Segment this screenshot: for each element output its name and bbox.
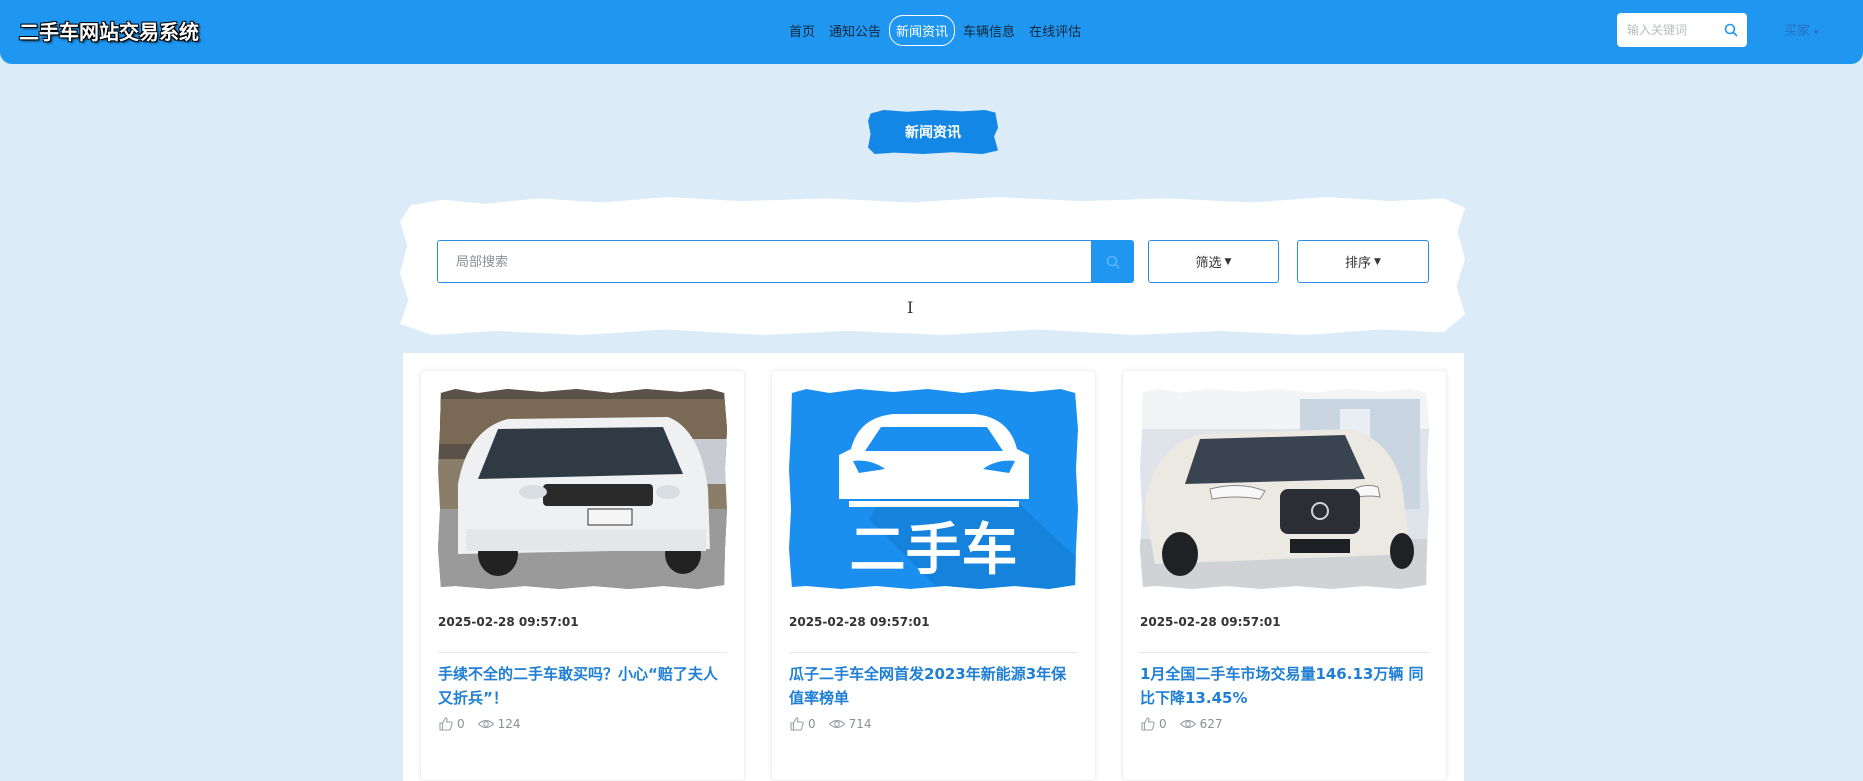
- news-stats: 0 627: [1140, 716, 1235, 732]
- local-search-input[interactable]: [454, 251, 1054, 273]
- like-stat[interactable]: 0: [1140, 716, 1167, 732]
- divider: [438, 652, 727, 653]
- news-card[interactable]: 二手车 2025-02-28 09:57:01 瓜子二手车全网首发2023年新能…: [771, 370, 1096, 781]
- news-title[interactable]: 手续不全的二手车敢买吗？小心“赔了夫人又折兵”！: [438, 662, 727, 710]
- eye-icon: [477, 719, 494, 729]
- view-count: 714: [848, 717, 872, 731]
- like-count: 0: [808, 717, 816, 731]
- nav-item-notices[interactable]: 通知公告: [822, 15, 888, 46]
- like-count: 0: [1159, 717, 1167, 731]
- nav-item-vehicles[interactable]: 车辆信息: [956, 15, 1022, 46]
- user-menu[interactable]: 买家 ▾: [1784, 20, 1819, 39]
- eye-icon: [828, 719, 845, 729]
- thumbs-up-icon: [439, 717, 453, 731]
- news-thumbnail-minivan[interactable]: [438, 389, 727, 589]
- sort-dropdown-button[interactable]: 排序 ▼: [1297, 240, 1429, 283]
- keyword-search-input[interactable]: [1625, 19, 1720, 41]
- section-title: 新闻资讯: [868, 110, 998, 154]
- thumbs-up-icon: [1141, 717, 1155, 731]
- local-search-box: [437, 240, 1092, 283]
- top-header: 二手车网站交易系统 首页 通知公告 新闻资讯 车辆信息 在线评估 买家▾: [0, 0, 1863, 64]
- view-stat: 124: [477, 716, 521, 732]
- user-menu-label: 买家: [1784, 24, 1811, 39]
- news-title[interactable]: 1月全国二手车市场交易量146.13万辆 同比下降13.45%: [1140, 662, 1429, 710]
- search-icon: [1106, 255, 1120, 268]
- thumbs-up-icon: [790, 717, 804, 731]
- news-date: 2025-02-28 09:57:01: [438, 615, 579, 629]
- divider: [789, 652, 1078, 653]
- main-nav: 首页 通知公告 新闻资讯 车辆信息 在线评估: [782, 14, 1088, 46]
- like-stat[interactable]: 0: [438, 716, 465, 732]
- nav-item-evaluation[interactable]: 在线评估: [1022, 15, 1088, 46]
- news-date: 2025-02-28 09:57:01: [789, 615, 930, 629]
- logo-text: 二手车: [850, 518, 1018, 583]
- nav-item-news[interactable]: 新闻资讯: [889, 14, 956, 46]
- nav-item-home[interactable]: 首页: [782, 15, 822, 46]
- like-stat[interactable]: 0: [789, 716, 816, 732]
- news-card[interactable]: 2025-02-28 09:57:01 1月全国二手车市场交易量146.13万辆…: [1122, 370, 1447, 781]
- caret-down-icon: ▼: [1374, 256, 1381, 267]
- search-icon[interactable]: [1723, 22, 1739, 38]
- news-stats: 0 124: [438, 716, 533, 732]
- news-stats: 0 714: [789, 716, 884, 732]
- news-date: 2025-02-28 09:57:01: [1140, 615, 1281, 629]
- like-count: 0: [457, 717, 465, 731]
- news-thumbnail-suv[interactable]: [1140, 389, 1429, 589]
- site-title[interactable]: 二手车网站交易系统: [19, 16, 199, 45]
- view-stat: 714: [828, 716, 872, 732]
- filter-label: 筛选: [1195, 256, 1222, 271]
- divider: [1140, 652, 1429, 653]
- header-search: [1617, 13, 1747, 47]
- chevron-down-icon: ▾: [1814, 28, 1819, 38]
- eye-icon: [1179, 719, 1196, 729]
- view-stat: 627: [1179, 716, 1223, 732]
- news-card[interactable]: 2025-02-28 09:57:01 手续不全的二手车敢买吗？小心“赔了夫人又…: [420, 370, 745, 781]
- view-count: 124: [497, 717, 521, 731]
- local-search-button[interactable]: [1092, 240, 1134, 283]
- news-title[interactable]: 瓜子二手车全网首发2023年新能源3年保值率榜单: [789, 662, 1078, 710]
- filter-dropdown-button[interactable]: 筛选 ▼: [1148, 240, 1279, 283]
- news-thumbnail-used-car-logo[interactable]: 二手车: [789, 389, 1078, 589]
- sort-label: 排序: [1345, 256, 1372, 271]
- text-cursor-icon: I: [907, 298, 914, 317]
- view-count: 627: [1199, 717, 1223, 731]
- caret-down-icon: ▼: [1224, 256, 1232, 267]
